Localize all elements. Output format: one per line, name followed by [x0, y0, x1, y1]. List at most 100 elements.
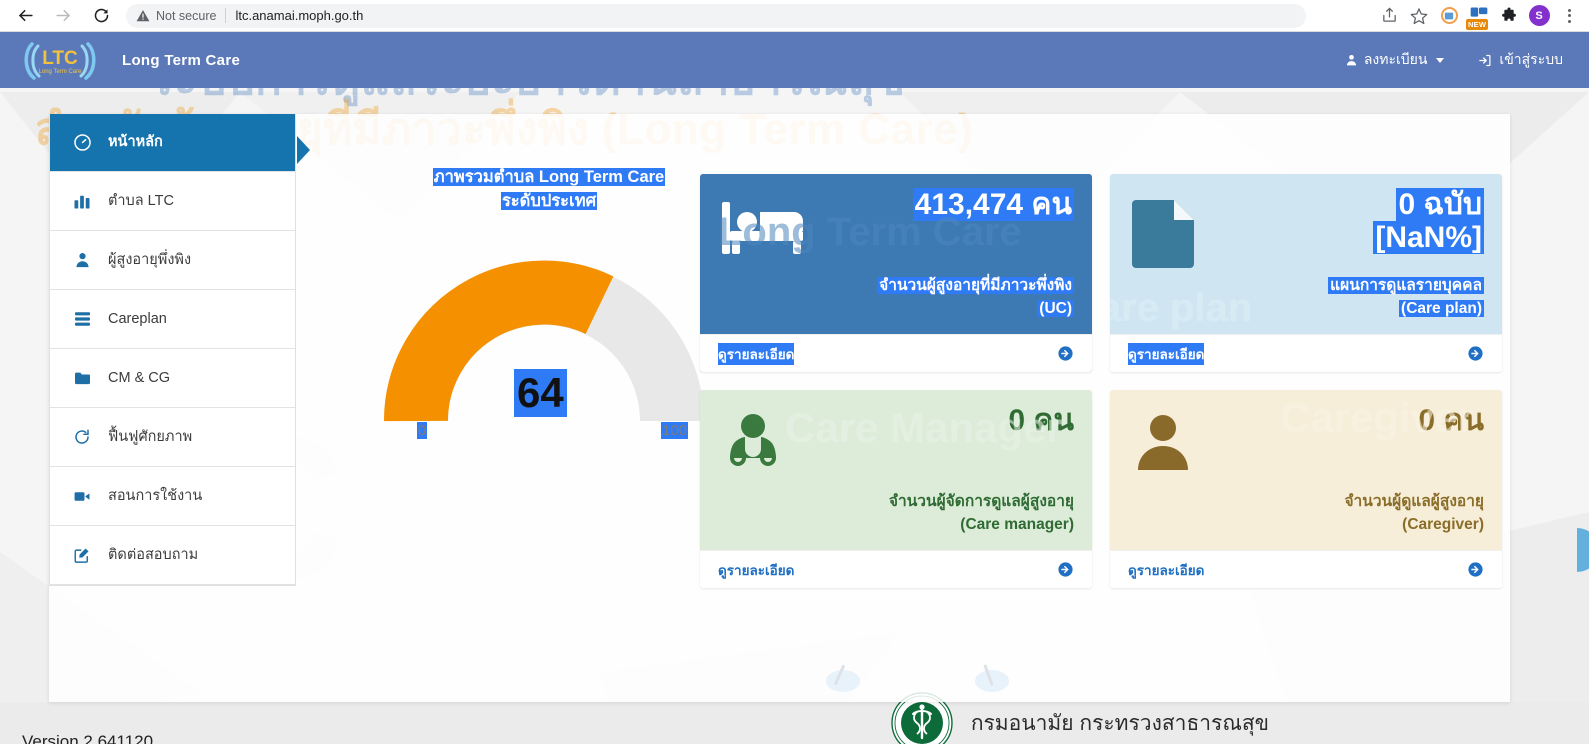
view-details-link[interactable]: ดูรายละเอียด [1128, 342, 1205, 365]
url-text: ltc.anamai.moph.go.th [235, 8, 364, 23]
ltc-logo[interactable]: LTC Long Term Care [20, 36, 100, 84]
version-label: Version 2.641120 [22, 732, 154, 744]
app-title: Long Term Care [122, 51, 241, 69]
warning-triangle-icon [136, 9, 150, 21]
sidebar-item-tambon-ltc[interactable]: ตำบล LTC [50, 172, 295, 231]
stat-card-caregiver[interactable]: Caregiver 0 คน จำนวนผู้ดูแลผู้สูงอายุ (C… [1110, 390, 1502, 588]
stat-card-body: Long Term Care 413,474 คน จำนวนผู้สูงอาย… [700, 174, 1092, 334]
arrow-left-icon [18, 9, 33, 22]
sidebar-item-label: ฟื้นฟูศักยภาพ [108, 428, 193, 445]
sidebar-item-rehabilitation[interactable]: ฟื้นฟูศักยภาพ [50, 408, 295, 467]
star-icon [1410, 7, 1428, 24]
stat-card-dependent-elderly[interactable]: Long Term Care 413,474 คน จำนวนผู้สูงอาย… [700, 174, 1092, 372]
sidebar-item-cm-cg[interactable]: CM & CG [50, 349, 295, 408]
reload-button[interactable] [86, 1, 116, 31]
sidebar-item-label: หน้าหลัก [108, 134, 163, 151]
stat-card-footer[interactable]: ดูรายละเอียด [1110, 334, 1502, 372]
sidebar-item-label: ผู้สูงอายุพึ่งพิง [108, 251, 192, 268]
extensions-puzzle-icon [1502, 7, 1516, 21]
stat-card-label: จำนวนผู้จัดการดูแลผู้สูงอายุ (Care manag… [888, 492, 1074, 533]
stat-card-footer[interactable]: ดูรายละเอียด [700, 550, 1092, 588]
folder-icon [72, 368, 92, 388]
gauge-min-label: 0 [417, 422, 428, 439]
svg-text:LTC: LTC [42, 48, 78, 69]
stat-card-body: Care plan 0 ฉบับ [NaN%] แผนการ [1110, 174, 1502, 334]
stat-card-label: จำนวนผู้ดูแลผู้สูงอายุ (Caregiver) [1344, 492, 1484, 533]
list-icon [72, 309, 92, 329]
login-label: เข้าสู่ระบบ [1499, 51, 1563, 67]
sidebar-item-label: Careplan [108, 310, 167, 327]
stat-card-number: 0 ฉบับ [NaN%] [1373, 188, 1484, 254]
image-glyph-icon [1444, 12, 1454, 19]
address-bar[interactable]: Not secure ltc.anamai.moph.go.th [126, 3, 1306, 28]
bookmark-button[interactable] [1405, 2, 1433, 30]
stat-card-grid: Long Term Care 413,474 คน จำนวนผู้สูงอาย… [700, 174, 1502, 588]
arrow-right-icon [55, 9, 70, 22]
sidebar-item-label: ติดต่อสอบถาม [108, 546, 199, 563]
stat-card-careplan[interactable]: Care plan 0 ฉบับ [NaN%] แผนการ [1110, 174, 1502, 372]
photo-extension-icon [1440, 7, 1458, 24]
edit-note-icon [72, 545, 92, 565]
forward-button[interactable] [48, 1, 78, 31]
refresh-icon [72, 427, 92, 447]
gauge-title-line1: ภาพรวมตำบล Long Term Care [432, 168, 666, 186]
sidebar: หน้าหลัก ตำบล LTC ผู้สูงอายุพึ่งพิง Care… [49, 114, 310, 586]
extensions-button[interactable] [1495, 2, 1523, 30]
stat-card-body: Care Manager 0 คน จำนวนผู้จัดการดูแลผู้ส… [700, 390, 1092, 550]
login-icon [1479, 54, 1491, 66]
arrow-circle-right-icon[interactable] [1057, 345, 1074, 362]
browser-actions: NEW S [1375, 2, 1589, 30]
gauge-max-label: 100 [661, 422, 689, 439]
stat-card-text: 0 ฉบับ [NaN%] แผนการดูแลรายบุคคล (Care p… [1328, 188, 1484, 324]
header-actions: ลงทะเบียน เข้าสู่ระบบ [1345, 49, 1589, 71]
arrow-circle-right-icon[interactable] [1057, 561, 1074, 578]
stat-card-text: 413,474 คน จำนวนผู้สูงอายุที่มีภาวะพึ่งพ… [877, 188, 1074, 324]
login-link[interactable]: เข้าสู่ระบบ [1478, 49, 1563, 71]
stat-card-care-manager[interactable]: Care Manager 0 คน จำนวนผู้จัดการดูแลผู้ส… [700, 390, 1092, 588]
avatar: S [1528, 5, 1550, 26]
bed-icon [722, 188, 806, 324]
profile-button[interactable]: S [1525, 2, 1553, 30]
share-icon [1382, 7, 1396, 22]
register-label: ลงทะเบียน [1363, 51, 1428, 67]
gauge-title-line2: ระดับประเทศ [500, 191, 598, 210]
back-button[interactable] [10, 1, 40, 31]
kebab-menu-icon [1567, 8, 1571, 23]
app-header: LTC Long Term Care Long Term Care ลงทะเบ… [0, 32, 1589, 88]
view-details-link[interactable]: ดูรายละเอียด [718, 342, 795, 365]
sidebar-item-dependent-elderly[interactable]: ผู้สูงอายุพึ่งพิง [50, 231, 295, 290]
document-icon [1132, 188, 1198, 324]
view-details-link[interactable]: ดูรายละเอียด [1128, 559, 1204, 581]
sidebar-item-contact[interactable]: ติดต่อสอบถาม [50, 526, 295, 585]
active-item-pointer [297, 136, 310, 164]
share-button[interactable] [1375, 2, 1403, 30]
sidebar-item-tutorial[interactable]: สอนการใช้งาน [50, 467, 295, 526]
stat-card-label: จำนวนผู้สูงอายุที่มีภาวะพึ่งพิง (UC) [877, 276, 1074, 317]
browser-toolbar: Not secure ltc.anamai.moph.go.th NEW S [0, 0, 1589, 32]
stat-card-footer[interactable]: ดูรายละเอียด [1110, 550, 1502, 588]
screenshot-extension-icon: NEW [1466, 5, 1490, 30]
gauge-panel: ภาพรวมตำบล Long Term Care ระดับประเทศ 64… [349, 114, 749, 534]
sidebar-item-careplan[interactable]: Careplan [50, 290, 295, 349]
stat-card-label: แผนการดูแลรายบุคคล (Care plan) [1328, 276, 1484, 317]
svg-text:Long Term Care: Long Term Care [39, 69, 83, 75]
photo-extension-button[interactable] [1435, 2, 1463, 30]
dashboard-icon [72, 133, 92, 153]
stat-card-number: 413,474 คน [912, 188, 1074, 221]
stat-card-number: 0 คน [1008, 404, 1074, 437]
omnibox-divider [225, 8, 227, 23]
stat-card-footer[interactable]: ดูรายละเอียด [700, 334, 1092, 372]
reload-icon [94, 8, 108, 23]
care-manager-icon [722, 404, 784, 540]
gauge-value: 64 [514, 369, 567, 417]
chrome-menu-button[interactable] [1555, 2, 1583, 30]
screenshot-extension-button[interactable]: NEW [1465, 2, 1493, 30]
main-panel: หน้าหลัก ตำบล LTC ผู้สูงอายุพึ่งพิง Care… [49, 114, 1510, 702]
new-badge: NEW [1466, 18, 1489, 30]
register-menu[interactable]: ลงทะเบียน [1345, 49, 1445, 71]
arrow-circle-right-icon[interactable] [1467, 345, 1484, 362]
view-details-link[interactable]: ดูรายละเอียด [718, 559, 794, 581]
sidebar-item-home[interactable]: หน้าหลัก [50, 114, 295, 172]
arrow-circle-right-icon[interactable] [1467, 561, 1484, 578]
security-status-label: Not secure [156, 8, 217, 23]
